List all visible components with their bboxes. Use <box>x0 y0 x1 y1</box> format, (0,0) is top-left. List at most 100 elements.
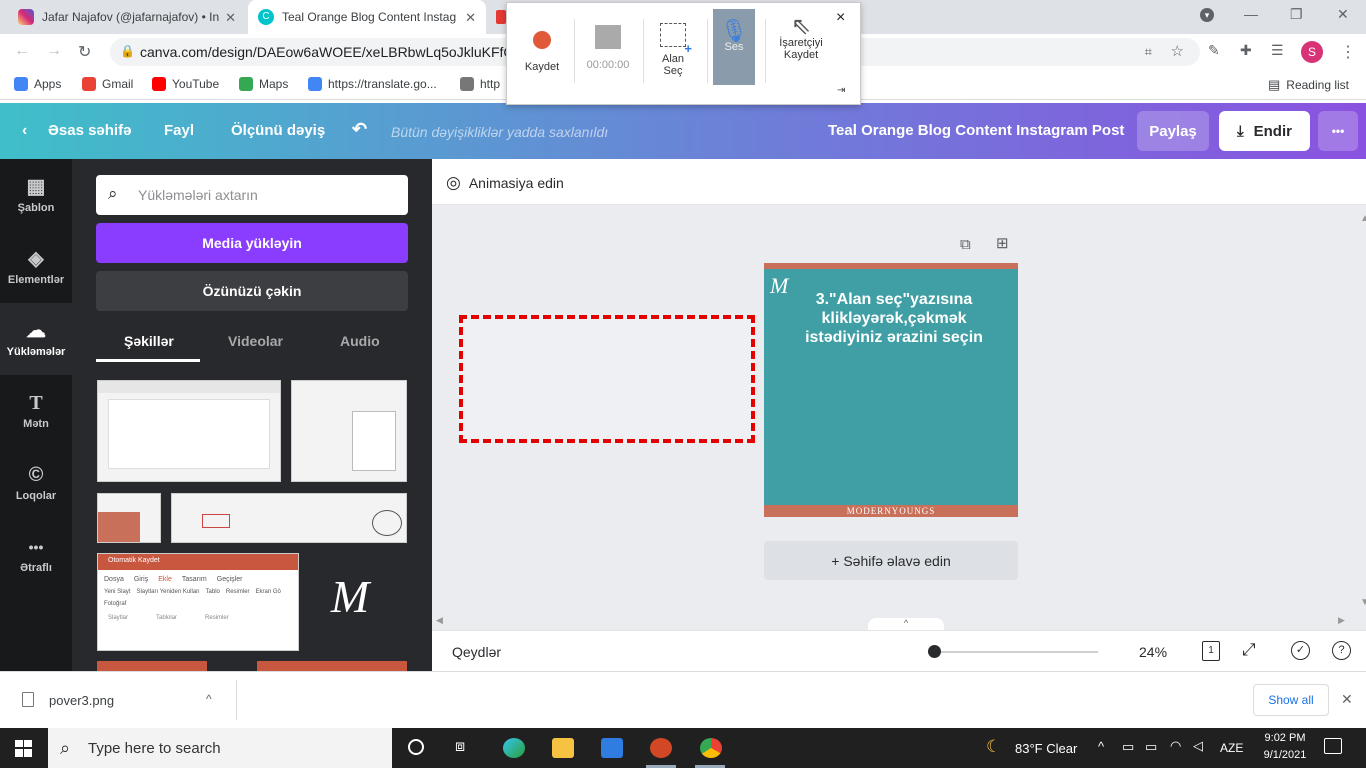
media-icon[interactable]: ☰ <box>1271 42 1284 59</box>
taskbar-search-input[interactable]: ⌕ Type here to search <box>48 728 392 768</box>
logo-thumbnail[interactable]: M <box>320 567 380 627</box>
wifi-icon[interactable]: ◠ <box>1170 738 1181 754</box>
tab-videos[interactable]: Videolar <box>228 333 283 349</box>
design-title[interactable]: Teal Orange Blog Content Instagram Post <box>828 122 1124 139</box>
scroll-right-icon[interactable]: ▶ <box>1338 615 1345 626</box>
file-explorer-icon[interactable] <box>552 738 574 758</box>
chrome-icon[interactable] <box>700 738 722 758</box>
device-icon[interactable]: ▭ <box>1122 739 1134 755</box>
weather-text[interactable]: 83°F Clear <box>1015 741 1077 756</box>
tab-canva[interactable]: C Teal Orange Blog Content Instag ✕ <box>248 0 486 34</box>
bookmark-youtube[interactable]: YouTube <box>152 77 219 91</box>
upload-thumbnail[interactable] <box>97 380 281 482</box>
file-menu[interactable]: Fayl <box>164 122 194 139</box>
language-indicator[interactable]: AZE <box>1220 741 1243 755</box>
youtube-tab-icon[interactable] <box>496 10 506 24</box>
zoom-level[interactable]: 24% <box>1139 644 1167 660</box>
upload-thumbnail[interactable] <box>97 661 207 671</box>
stop-button[interactable]: 00:00:00 <box>577 9 639 89</box>
close-window-icon[interactable]: ✕ <box>1337 6 1349 23</box>
design-instruction-text[interactable]: 3."Alan seç"yazısına klikləyərək,çəkmək … <box>792 290 996 347</box>
rail-uploads[interactable]: ☁ Yükləmələr <box>0 303 72 375</box>
zoom-slider-thumb[interactable] <box>928 645 941 658</box>
record-button[interactable]: Kaydet <box>511 9 573 89</box>
animate-button[interactable]: ◎ Animasiya edin <box>446 173 564 193</box>
upload-thumbnail[interactable]: Otomatik Kaydet Dosya Giriş Ekle Tasarım Geç… <box>97 553 299 651</box>
scroll-left-icon[interactable]: ◀ <box>436 615 443 626</box>
tab-search-icon[interactable]: ▾ <box>1200 8 1214 22</box>
page-count-button[interactable]: 1 <box>1202 641 1220 661</box>
close-tab-icon[interactable]: ✕ <box>225 10 236 26</box>
notifications-icon[interactable] <box>1324 738 1342 754</box>
powerpoint-icon[interactable] <box>650 738 672 758</box>
reload-icon[interactable]: ↻ <box>78 42 91 62</box>
clock-time[interactable]: 9:02 PM <box>1260 732 1310 744</box>
forward-icon[interactable]: → <box>46 42 62 60</box>
volume-icon[interactable]: ◁ <box>1193 738 1203 754</box>
rail-text[interactable]: T Mətn <box>0 375 72 447</box>
chevron-up-icon[interactable]: ^ <box>206 692 212 706</box>
tray-chevron-icon[interactable]: ^ <box>1098 739 1104 754</box>
upload-thumbnail[interactable] <box>171 493 407 543</box>
upload-media-button[interactable]: Media yükləyin <box>96 223 408 263</box>
rail-templates[interactable]: ▦ Şablon <box>0 159 72 231</box>
close-tab-icon[interactable]: ✕ <box>465 10 476 26</box>
close-recorder-icon[interactable]: × <box>836 9 845 27</box>
add-page-button[interactable]: + Səhifə əlavə edin <box>764 541 1018 580</box>
tab-images[interactable]: Şəkillər <box>124 333 174 349</box>
chrome-menu-icon[interactable]: ⋮ <box>1340 42 1356 62</box>
rail-more[interactable]: ••• Ətraflı <box>0 519 72 591</box>
scroll-down-icon[interactable]: ▼ <box>1360 597 1366 608</box>
record-pointer-button[interactable]: ⇖ İşaretçiyi Kaydet <box>769 9 833 89</box>
notes-button[interactable]: Qeydlər <box>452 644 501 660</box>
scroll-up-icon[interactable]: ▲ <box>1360 213 1366 224</box>
bookmark-translate[interactable]: https://translate.go... <box>308 77 437 91</box>
chevron-left-icon[interactable]: ‹ <box>22 122 27 140</box>
more-options-button[interactable]: ••• <box>1318 111 1358 151</box>
resize-menu[interactable]: Ölçünü dəyiş <box>231 122 325 139</box>
store-icon[interactable] <box>601 738 623 758</box>
download-button[interactable]: ⤓ Endir <box>1219 111 1310 151</box>
clock-date[interactable]: 9/1/2021 <box>1258 749 1312 761</box>
help-icon[interactable]: ? <box>1332 641 1351 660</box>
check-icon[interactable]: ✓ <box>1291 641 1310 660</box>
upload-thumbnail[interactable] <box>291 380 407 482</box>
eyedropper-icon[interactable]: ✎ <box>1208 42 1220 59</box>
downloaded-file-name[interactable]: pover3.png <box>49 693 114 708</box>
tab-instagram[interactable]: Jafar Najafov (@jafarnajafov) • In ✕ <box>8 0 246 34</box>
cortana-icon[interactable] <box>408 739 424 755</box>
restore-icon[interactable]: ❐ <box>1290 6 1303 23</box>
minimize-icon[interactable]: — <box>1244 6 1258 22</box>
extensions-icon[interactable]: ✚ <box>1240 42 1252 59</box>
audio-toggle-button[interactable]: 🎙 Ses <box>713 9 755 85</box>
bookmark-apps[interactable]: Apps <box>14 77 61 91</box>
duplicate-page-icon[interactable]: ⧉ <box>960 236 971 253</box>
selected-area-rectangle[interactable] <box>459 315 755 443</box>
battery-icon[interactable]: ▭ <box>1145 739 1157 755</box>
bookmark-gmail[interactable]: Gmail <box>82 77 133 91</box>
select-area-button[interactable]: + Alan Seç <box>642 9 704 89</box>
task-view-icon[interactable]: ⧈ <box>455 738 465 756</box>
reading-list[interactable]: ▤ Reading list <box>1268 77 1349 93</box>
add-page-icon[interactable]: ⊞ <box>996 234 1009 252</box>
close-downloads-icon[interactable]: ✕ <box>1341 691 1353 708</box>
pin-icon[interactable]: ⇥ <box>837 85 845 96</box>
uploads-search-input[interactable]: ⌕ Yükləmələri axtarın <box>96 175 408 215</box>
back-icon[interactable]: ← <box>14 42 30 60</box>
show-all-downloads-button[interactable]: Show all <box>1253 684 1329 716</box>
share-button[interactable]: Paylaş <box>1137 111 1209 151</box>
rail-elements[interactable]: ◈ Elementlər <box>0 231 72 303</box>
record-yourself-button[interactable]: Özünüzü çəkin <box>96 271 408 311</box>
bookmark-star-icon[interactable]: ☆ <box>1171 42 1184 60</box>
bookmark-maps[interactable]: Maps <box>239 77 288 91</box>
zoom-slider-track[interactable] <box>932 651 1098 653</box>
translate-icon[interactable]: ⌗ <box>1145 44 1152 60</box>
fullscreen-icon[interactable]: ⤢ <box>1242 640 1256 660</box>
tab-audio[interactable]: Audio <box>340 333 380 349</box>
upload-thumbnail[interactable] <box>97 493 161 543</box>
undo-icon[interactable]: ↶ <box>352 119 367 140</box>
upload-thumbnail[interactable] <box>257 661 407 671</box>
edge-icon[interactable] <box>503 738 525 758</box>
design-page[interactable]: M 3."Alan seç"yazısına klikləyərək,çəkmə… <box>764 263 1018 517</box>
home-link[interactable]: Əsas səhifə <box>48 122 131 139</box>
